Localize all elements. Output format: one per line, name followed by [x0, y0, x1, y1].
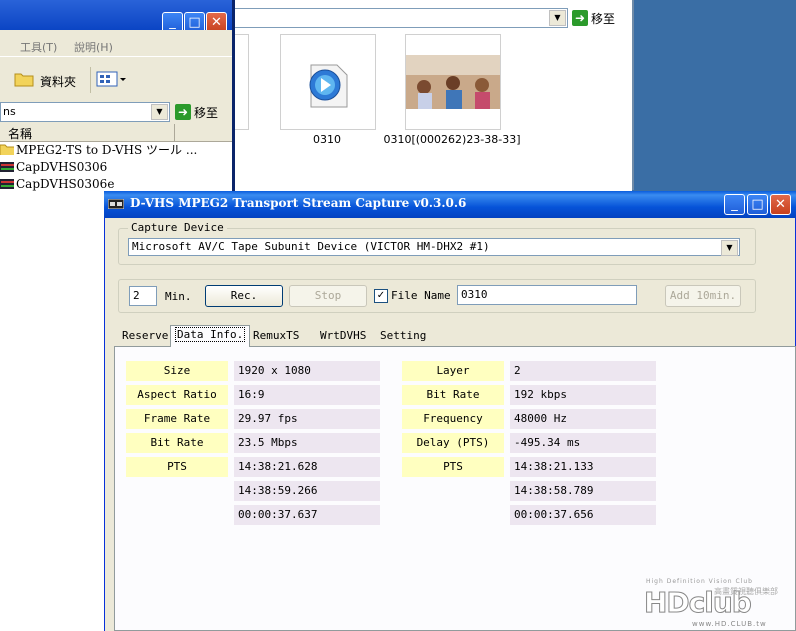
- audio-delay-label: Delay (PTS): [402, 433, 504, 453]
- tab-wrtdvhs[interactable]: WrtDVHS: [316, 327, 370, 346]
- capture-device-value: Microsoft AV/C Tape Subunit Device (VICT…: [132, 240, 490, 253]
- tab-remuxts[interactable]: RemuxTS: [249, 327, 303, 346]
- tab-reserve[interactable]: Reserve: [118, 327, 172, 346]
- video-size-value: 1920 x 1080: [234, 361, 380, 381]
- folder-icon: [14, 73, 34, 87]
- audio-pts-duration-value: 00:00:37.656: [510, 505, 656, 525]
- audio-pts-label: PTS: [402, 457, 504, 477]
- go-arrow-icon: ➜: [572, 10, 588, 26]
- thumbs-go-label: 移至: [591, 11, 616, 26]
- column-divider[interactable]: [174, 124, 175, 141]
- thumbnail-video-file[interactable]: [405, 34, 501, 130]
- hdclub-watermark: High Definition Vision Club HDclub 高畫質視聽…: [640, 578, 796, 631]
- video-pts-start-value: 14:38:21.628: [234, 457, 380, 477]
- file-row[interactable]: MPEG2-TS to D-VHS ツール ...: [0, 141, 197, 158]
- thumbnail-media-file[interactable]: [280, 34, 376, 130]
- column-header-label: 名稱: [8, 127, 33, 141]
- audio-frequency-label: Frequency: [402, 409, 504, 429]
- minutes-input[interactable]: 2: [129, 286, 157, 306]
- folder-icon: [0, 144, 14, 155]
- desktop-background: [632, 0, 796, 195]
- tab-data-info-label: Data Info.: [175, 327, 246, 342]
- video-frame-image: [406, 55, 500, 109]
- app-icon: [108, 199, 124, 209]
- maximize-button[interactable]: □: [747, 194, 768, 215]
- file-row[interactable]: CapDVHS0306e: [0, 175, 114, 192]
- watermark-chinese: 高畫質視聽俱樂部: [714, 587, 778, 596]
- go-arrow-icon: ➜: [175, 104, 191, 120]
- toolbar-divider: [90, 67, 91, 93]
- minutes-label: Min.: [165, 290, 192, 303]
- audio-pts-end-value: 14:38:58.789: [510, 481, 656, 501]
- thumbs-go-button[interactable]: ➜ 移至: [572, 8, 615, 28]
- folders-button[interactable]: 資料夾: [40, 73, 76, 90]
- file-name: CapDVHS0306e: [16, 176, 115, 191]
- chevron-down-icon[interactable]: ▼: [721, 240, 738, 256]
- add-10min-button[interactable]: Add 10min.: [665, 285, 741, 307]
- dialog-title: D-VHS MPEG2 Transport Stream Capture v0.…: [130, 196, 467, 210]
- minimize-button[interactable]: _: [724, 194, 745, 215]
- file-name: MPEG2-TS to D-VHS ツール ...: [16, 143, 198, 157]
- menu-item-help[interactable]: 說明(H): [74, 39, 113, 55]
- video-pts-end-value: 14:38:59.266: [234, 481, 380, 501]
- close-button[interactable]: ✕: [770, 194, 791, 215]
- column-header-name[interactable]: 名稱: [0, 124, 232, 142]
- video-aspect-value: 16:9: [234, 385, 380, 405]
- menu-item-tools[interactable]: 工具(T): [20, 39, 57, 55]
- video-pts-label: PTS: [126, 457, 228, 477]
- chevron-down-icon[interactable]: ▼: [151, 104, 168, 120]
- explorer-go-label: 移至: [194, 105, 219, 120]
- file-name: CapDVHS0306: [16, 159, 108, 174]
- video-framerate-label: Frame Rate: [126, 409, 228, 429]
- explorer-menu-bar: 工具(T) 說明(H): [0, 30, 232, 86]
- video-bitrate-value: 23.5 Mbps: [234, 433, 380, 453]
- capture-device-label: Capture Device: [128, 221, 227, 234]
- view-menu-icon[interactable]: [96, 71, 126, 87]
- audio-bitrate-label: Bit Rate: [402, 385, 504, 405]
- address-value: ns: [3, 105, 16, 118]
- audio-pts-start-value: 14:38:21.133: [510, 457, 656, 477]
- thumbs-address-bar[interactable]: ▼: [232, 8, 568, 28]
- tab-setting[interactable]: Setting: [376, 327, 430, 346]
- media-player-icon: [309, 64, 348, 108]
- rec-button[interactable]: Rec.: [205, 285, 283, 307]
- audio-delay-value: -495.34 ms: [510, 433, 656, 453]
- watermark-url: www.HD.CLUB.tw: [692, 620, 767, 628]
- stop-button[interactable]: Stop: [289, 285, 367, 307]
- video-size-label: Size: [126, 361, 228, 381]
- thumbnail-label: 0310[(000262)23-38-33]: [383, 133, 521, 146]
- explorer-address-bar[interactable]: ns ▼: [0, 102, 170, 122]
- file-row[interactable]: CapDVHS0306: [0, 158, 107, 175]
- filename-input[interactable]: 0310: [457, 285, 637, 305]
- filename-label: File Name: [391, 289, 451, 302]
- watermark-tagline: High Definition Vision Club: [646, 578, 753, 585]
- audio-frequency-value: 48000 Hz: [510, 409, 656, 429]
- audio-layer-label: Layer: [402, 361, 504, 381]
- explorer-toolbar: 資料夾: [0, 56, 232, 101]
- capture-device-select[interactable]: Microsoft AV/C Tape Subunit Device (VICT…: [128, 238, 740, 256]
- application-icon: [0, 162, 14, 172]
- video-framerate-value: 29.97 fps: [234, 409, 380, 429]
- filename-checkbox[interactable]: ✓: [374, 289, 388, 303]
- thumbnail-label: 0310: [313, 133, 341, 146]
- explorer-address-row: ns ▼ ➜ 移至: [0, 100, 232, 124]
- audio-bitrate-value: 192 kbps: [510, 385, 656, 405]
- video-pts-duration-value: 00:00:37.637: [234, 505, 380, 525]
- explorer-thumbnail-window: ▼ ➜ 移至 0310 0310[(000262)23-38-33]: [232, 0, 634, 190]
- video-bitrate-label: Bit Rate: [126, 433, 228, 453]
- explorer-title-bar[interactable]: _ □ ✕: [0, 0, 232, 33]
- tab-data-info[interactable]: Data Info.: [170, 325, 251, 347]
- application-icon: [0, 179, 14, 189]
- explorer-go-button[interactable]: ➜ 移至: [175, 102, 218, 122]
- video-aspect-label: Aspect Ratio: [126, 385, 228, 405]
- chevron-down-icon[interactable]: ▼: [549, 10, 566, 26]
- audio-layer-value: 2: [510, 361, 656, 381]
